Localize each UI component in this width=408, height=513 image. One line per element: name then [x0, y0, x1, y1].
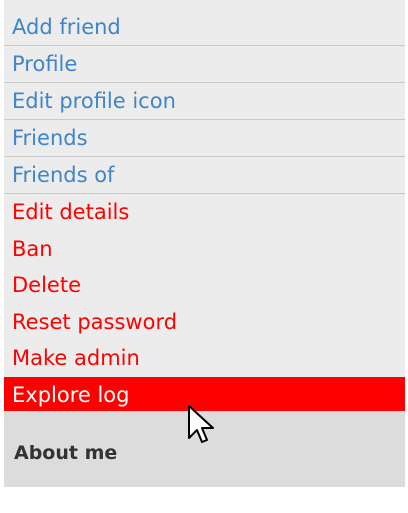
arrow-pointer-icon	[188, 405, 214, 443]
menu-item-delete[interactable]: Delete	[4, 267, 405, 304]
menu-item-friends[interactable]: Friends	[4, 120, 405, 157]
menu-item-make-admin[interactable]: Make admin	[4, 340, 405, 377]
menu-item-profile[interactable]: Profile	[4, 46, 405, 83]
about-me-heading: About me	[14, 442, 118, 464]
menu-item-edit-details[interactable]: Edit details	[4, 194, 405, 231]
profile-actions-menu: Add friend Profile Edit profile icon Fri…	[4, 0, 405, 413]
menu-item-reset-password[interactable]: Reset password	[4, 304, 405, 341]
menu-item-ban[interactable]: Ban	[4, 231, 405, 268]
menu-item-edit-profile-icon[interactable]: Edit profile icon	[4, 83, 405, 120]
menu-item-friends-of[interactable]: Friends of	[4, 157, 405, 194]
menu-item-add-friend[interactable]: Add friend	[4, 9, 405, 46]
